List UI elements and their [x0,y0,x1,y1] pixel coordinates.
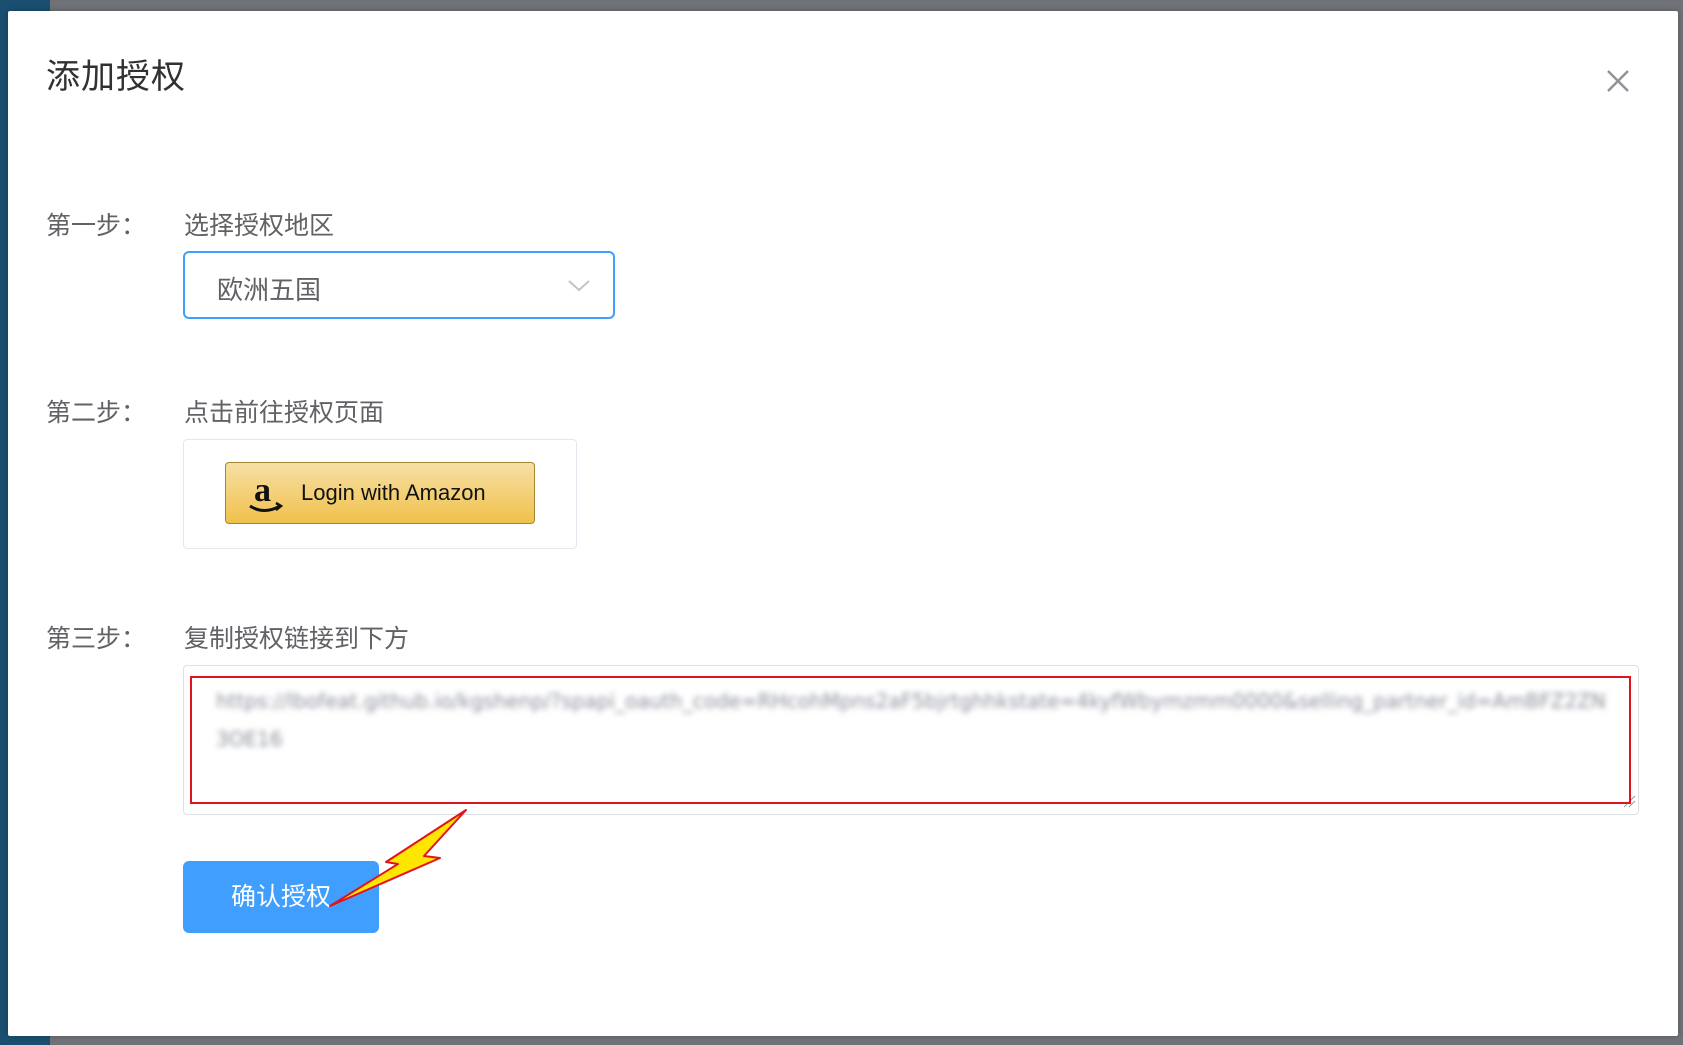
add-authorization-dialog: 添加授权 第一步： 选择授权地区 欧洲五国 第二步： 点击前往授权页面 a Lo… [8,11,1678,1036]
login-with-amazon-button[interactable]: a Login with Amazon [225,462,535,524]
dialog-title: 添加授权 [46,57,186,97]
close-button[interactable] [1598,61,1638,101]
svg-text:a: a [254,472,271,509]
chevron-down-icon [567,275,591,299]
close-icon [1607,70,1629,92]
arrow-annotation-icon [329,809,467,907]
step-1-text: 选择授权地区 [184,211,335,240]
login-with-amazon-label: Login with Amazon [301,480,486,505]
step-1-label: 第一步： [46,211,147,240]
amazon-login-card: a Login with Amazon [183,439,577,549]
step-2-text: 点击前往授权页面 [184,398,385,427]
step-3-text: 复制授权链接到下方 [184,624,410,653]
step-2-label: 第二步： [46,398,147,427]
region-select[interactable]: 欧洲五国 [183,251,615,319]
amazon-logo-icon: a [246,471,286,517]
region-select-value: 欧洲五国 [217,276,322,306]
step-3-label: 第三步： [46,624,147,653]
highlight-annotation-box [190,676,1631,804]
